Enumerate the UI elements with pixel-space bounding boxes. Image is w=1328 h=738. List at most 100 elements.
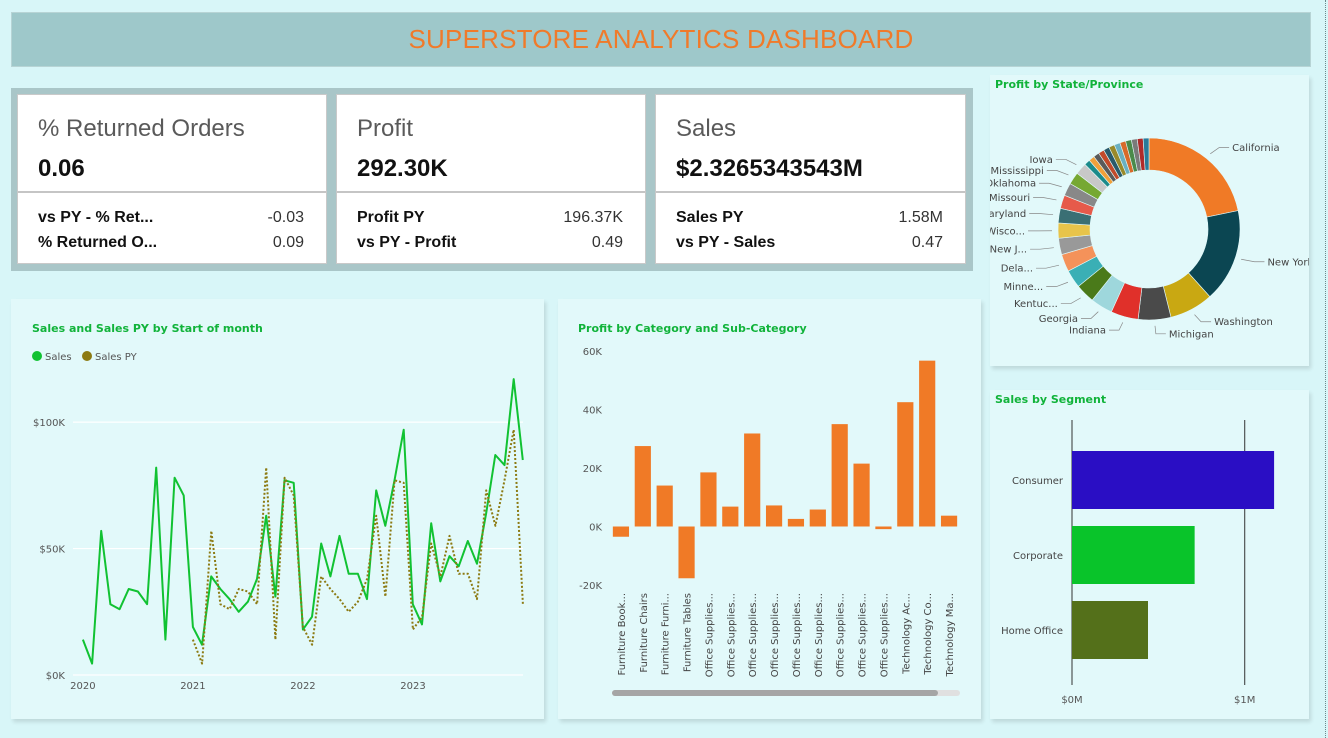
kpi-row-value: 1.58M xyxy=(898,209,943,226)
donut-leader-line xyxy=(1046,281,1069,287)
dashboard-title: SUPERSTORE ANALYTICS DASHBOARD xyxy=(408,24,914,54)
bar-chart-panel[interactable]: Profit by Category and Sub-Category -20K… xyxy=(558,299,981,719)
kpi-row-label: Profit PY xyxy=(357,209,425,226)
donut-leader-line xyxy=(1039,182,1062,188)
x-tick-label: Technology Ma... xyxy=(945,593,956,678)
donut-label: Minne... xyxy=(1003,282,1043,293)
x-tick-label: Furniture Tables xyxy=(683,593,694,672)
donut-leader-line xyxy=(1046,170,1069,176)
kpi-divider xyxy=(656,191,965,193)
y-tick-label: 40K xyxy=(583,406,603,417)
donut-label: Dela... xyxy=(1001,264,1033,275)
y-tick-label: Home Office xyxy=(1001,626,1063,637)
donut-chart-panel[interactable]: Profit by State/Province California New Y… xyxy=(990,75,1309,366)
bar xyxy=(678,526,695,579)
donut-leader-line xyxy=(1055,159,1077,166)
kpi-row-value: 0.49 xyxy=(591,234,623,251)
bar xyxy=(897,402,914,527)
x-tick-label: Technology Co... xyxy=(923,593,934,676)
y-tick-label: 20K xyxy=(583,464,603,475)
donut-label: California xyxy=(1232,143,1280,154)
x-tick-label: Office Supplies... xyxy=(814,593,825,677)
dashboard-title-bar: SUPERSTORE ANALYTICS DASHBOARD xyxy=(11,12,1311,67)
line-chart-panel[interactable]: Sales and Sales PY by Start of month Sal… xyxy=(11,299,544,719)
donut-label: Kentuc... xyxy=(1014,299,1058,310)
x-tick-label: Office Supplies... xyxy=(836,593,847,677)
donut-leader-line xyxy=(1241,258,1265,263)
y-tick-label: -20K xyxy=(579,581,602,592)
bar xyxy=(765,505,783,527)
x-tick-label: Office Supplies... xyxy=(792,593,803,677)
x-tick-label: Technology Ac... xyxy=(901,593,912,675)
donut-leader-line xyxy=(1033,197,1057,201)
kpi-row-label: vs PY - Profit xyxy=(357,234,457,251)
donut-label: Oklahoma xyxy=(990,179,1036,190)
scrollbar-thumb xyxy=(612,690,938,696)
y-tick-label: $0K xyxy=(46,671,66,682)
line-chart[interactable]: Sales Sales PY $0K $50K $100K 2020 2021 2022 202… xyxy=(11,299,544,719)
segment-bar xyxy=(1072,451,1275,509)
donut-label: Maryland xyxy=(990,209,1026,220)
donut-leader-line xyxy=(1080,311,1099,319)
kpi-card-sales[interactable]: Sales $2.3265343543M Sales PY 1.58M vs P… xyxy=(655,94,966,264)
x-tick-label: Office Supplies... xyxy=(726,593,737,677)
y-tick-label: 0K xyxy=(589,523,602,534)
kpi-row-value: 0.09 xyxy=(272,234,304,251)
bar xyxy=(722,506,739,527)
kpi-divider xyxy=(337,191,645,193)
kpi-value: $2.3265343543M xyxy=(676,155,863,182)
x-tick-label: 2023 xyxy=(400,681,425,692)
legend-marker xyxy=(32,351,42,361)
donut-leader-line xyxy=(1109,322,1124,331)
donut-chart[interactable]: California New York WashingtonMichigan Indi… xyxy=(990,75,1309,366)
x-tick-label: Furniture Chairs xyxy=(639,593,650,673)
kpi-row-value: 196.37K xyxy=(563,209,623,226)
bar xyxy=(634,446,651,527)
kpi-title: Profit xyxy=(357,115,414,142)
kpi-row-value: 0.47 xyxy=(911,234,943,251)
legend-label: Sales xyxy=(45,352,72,363)
x-tick-label: Office Supplies... xyxy=(704,593,715,677)
kpi-row: vs PY - Profit 0.49 xyxy=(357,234,623,252)
x-tick-label: Office Supplies... xyxy=(858,593,869,677)
bar xyxy=(787,518,805,527)
kpi-row: vs PY - % Ret... -0.03 xyxy=(38,209,304,227)
kpi-divider xyxy=(18,191,326,193)
donut-slice xyxy=(1148,137,1239,218)
segment-chart-panel[interactable]: Sales by Segment $0M $1M Consumer Corporate… xyxy=(990,390,1309,719)
kpi-title: % Returned Orders xyxy=(38,115,245,142)
x-tick-label: 2021 xyxy=(180,681,205,692)
donut-leader-line xyxy=(1036,264,1060,269)
bar xyxy=(919,360,936,527)
donut-label: Mississippi xyxy=(991,166,1044,177)
donut-leader-line xyxy=(1029,213,1054,216)
bar xyxy=(612,526,630,537)
x-tick-label: Furniture Furni... xyxy=(661,593,672,675)
kpi-container: % Returned Orders 0.06 vs PY - % Ret... … xyxy=(11,88,973,271)
donut-leader-line xyxy=(1060,297,1081,304)
kpi-value: 292.30K xyxy=(357,155,448,182)
x-tick-label: Office Supplies... xyxy=(748,593,759,677)
x-tick-label: Furniture Book... xyxy=(617,593,628,676)
kpi-title: Sales xyxy=(676,115,737,142)
x-tick-label: $0M xyxy=(1061,695,1082,706)
kpi-card-returned[interactable]: % Returned Orders 0.06 vs PY - % Ret... … xyxy=(17,94,327,264)
y-tick-label: Corporate xyxy=(1013,551,1063,562)
y-tick-label: Consumer xyxy=(1012,476,1064,487)
donut-leader-line xyxy=(1154,325,1166,335)
kpi-row: % Returned O... 0.09 xyxy=(38,234,304,252)
sales-py-line xyxy=(191,428,524,665)
bar xyxy=(809,509,826,527)
segment-chart[interactable]: $0M $1M Consumer Corporate Home Office xyxy=(990,390,1309,719)
bar xyxy=(875,526,892,530)
kpi-row-label: Sales PY xyxy=(676,209,744,226)
bar-chart[interactable]: -20K 0K 20K 40K 60K Furniture Book... Furnitur… xyxy=(558,299,981,719)
bar xyxy=(940,515,958,527)
segment-bar xyxy=(1072,601,1148,659)
kpi-card-profit[interactable]: Profit 292.30K Profit PY 196.37K vs PY -… xyxy=(336,94,646,264)
y-tick-label: $100K xyxy=(33,418,65,429)
x-tick-label: 2022 xyxy=(290,681,315,692)
kpi-row: Sales PY 1.58M xyxy=(676,209,943,227)
kpi-row: vs PY - Sales 0.47 xyxy=(676,234,943,252)
donut-label: New York xyxy=(1267,257,1309,268)
